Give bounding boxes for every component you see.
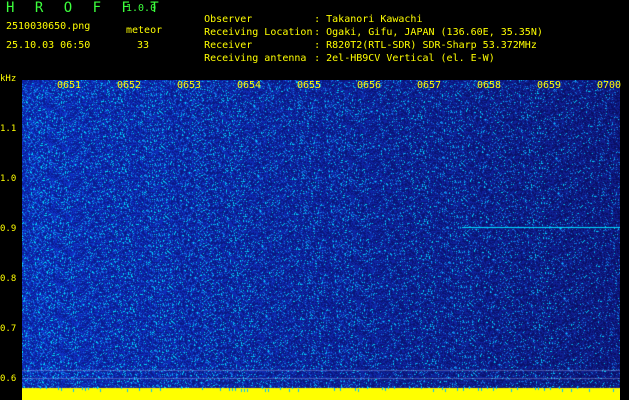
info-key: Receiving antenna [204, 53, 307, 64]
y-tick-label: 1.0 [0, 174, 17, 184]
y-tick-label: 0.8 [0, 274, 17, 284]
file-name: 2510030650.png [6, 21, 91, 32]
y-axis-unit: kHz [0, 74, 17, 84]
info-row-antenna: Receiving antenna : 2el-HB9CV Vertical (e… [180, 42, 495, 75]
x-tick-label: 0652 [117, 80, 142, 91]
x-tick-label: 0651 [57, 80, 82, 91]
hrofft-window: H R O F F T 1.0.0 2510030650.png meteor … [0, 0, 629, 400]
meteor-count: 33 [137, 40, 150, 51]
info-value: : 2el-HB9CV Vertical (el. E-W) [314, 53, 495, 64]
x-tick-label: 0658 [477, 80, 502, 91]
x-tick-label: 0656 [357, 80, 382, 91]
y-tick-label: 0.6 [0, 374, 17, 384]
meteor-label: meteor [126, 25, 163, 36]
spectrogram [22, 80, 620, 400]
x-tick-label: 0700 [597, 80, 622, 91]
x-tick-label: 0653 [177, 80, 202, 91]
y-tick-label: 0.9 [0, 224, 17, 234]
app-version: 1.0.0 [126, 3, 157, 14]
x-tick-label: 0657 [417, 80, 442, 91]
date-time: 25.10.03 06:50 [6, 40, 91, 51]
spectrogram-canvas [22, 80, 620, 400]
y-tick-label: 1.1 [0, 124, 17, 134]
y-tick-label: 0.7 [0, 324, 17, 334]
x-tick-label: 0659 [537, 80, 562, 91]
x-tick-label: 0654 [237, 80, 262, 91]
x-tick-label: 0655 [297, 80, 322, 91]
